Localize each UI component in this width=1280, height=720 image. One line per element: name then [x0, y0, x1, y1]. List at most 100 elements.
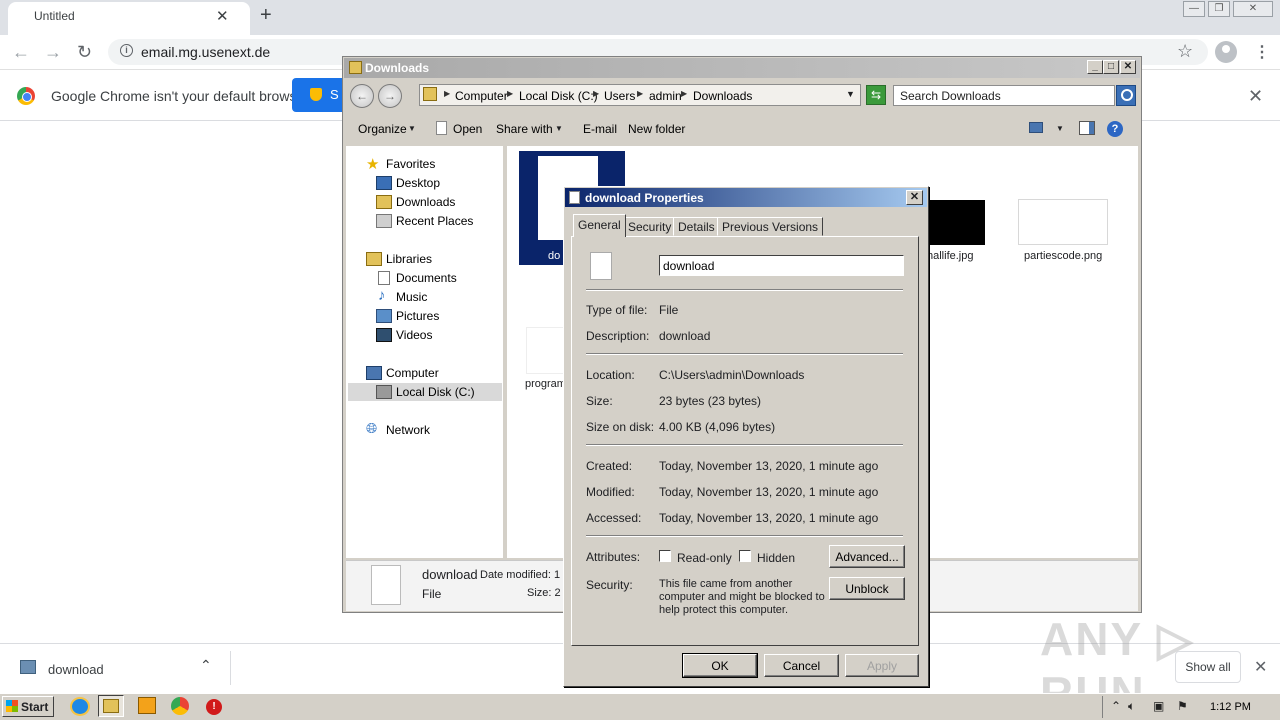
explorer-title: Downloads	[365, 61, 430, 75]
cancel-button[interactable]: Cancel	[764, 654, 839, 677]
breadcrumb-arrow-icon[interactable]: ▶	[593, 89, 599, 98]
nav-recent-places[interactable]: Recent Places	[396, 214, 473, 228]
breadcrumb-arrow-icon[interactable]: ▶	[637, 89, 643, 98]
nav-network[interactable]: Network	[386, 423, 430, 437]
explorer-minimize-button[interactable]: _	[1087, 60, 1103, 74]
open-button[interactable]: Open	[453, 122, 482, 136]
action-center-flag-icon[interactable]: ⚑	[1177, 699, 1188, 713]
breadcrumb-arrow-icon[interactable]: ▶	[681, 89, 687, 98]
ok-button[interactable]: OK	[682, 653, 758, 678]
window-close-button[interactable]: ✕	[1233, 1, 1273, 17]
organize-button[interactable]: Organize	[358, 122, 407, 136]
readonly-checkbox[interactable]	[659, 550, 671, 562]
advanced-button[interactable]: Advanced...	[829, 545, 905, 568]
back-icon[interactable]: ←	[12, 42, 30, 63]
chevron-up-icon[interactable]: ⌃	[200, 657, 212, 674]
nav-desktop[interactable]: Desktop	[396, 176, 440, 190]
apply-button[interactable]: Apply	[845, 654, 919, 677]
bookmark-star-icon[interactable]: ☆	[1177, 41, 1193, 62]
breadcrumb-arrow-icon[interactable]: ▶	[444, 89, 450, 98]
file-name-input[interactable]	[659, 255, 904, 276]
infobar-close-icon[interactable]: ✕	[1248, 86, 1263, 107]
security-label: Security:	[586, 578, 633, 592]
url-text[interactable]: email.mg.usenext.de	[141, 44, 270, 60]
unblock-button[interactable]: Unblock	[829, 577, 905, 600]
chevron-down-icon[interactable]: ▼	[408, 124, 416, 133]
help-icon[interactable]: ?	[1107, 121, 1123, 137]
share-with-button[interactable]: Share with	[496, 122, 553, 136]
breadcrumb-local-disk[interactable]: Local Disk (C:)	[519, 89, 598, 103]
folder-icon	[349, 61, 362, 74]
tab-details[interactable]: Details	[673, 217, 720, 236]
tray-expand-icon[interactable]: ⌃	[1111, 699, 1121, 713]
nav-documents[interactable]: Documents	[396, 271, 457, 285]
file-item-label[interactable]: program	[525, 378, 566, 390]
explorer-maximize-button[interactable]: □	[1103, 60, 1119, 74]
security-warning-text: This file came from another computer and…	[659, 578, 825, 616]
reload-icon[interactable]: ↻	[77, 42, 92, 63]
chevron-down-icon[interactable]: ▼	[555, 124, 563, 133]
address-dropdown-icon[interactable]: ▼	[846, 89, 855, 99]
details-file-size: Size: 2	[527, 587, 561, 599]
properties-close-button[interactable]: ✕	[906, 190, 923, 205]
videos-icon	[376, 328, 392, 342]
details-file-name: download	[422, 567, 478, 582]
chevron-down-icon[interactable]: ▼	[1056, 124, 1064, 133]
new-tab-button[interactable]: +	[260, 4, 272, 27]
new-folder-button[interactable]: New folder	[628, 122, 685, 136]
hidden-checkbox[interactable]	[739, 550, 751, 562]
nav-music[interactable]: Music	[396, 290, 427, 304]
explorer-close-button[interactable]: ✕	[1120, 60, 1136, 74]
hidden-label[interactable]: Hidden	[757, 551, 795, 565]
stop-icon[interactable]: !	[206, 699, 222, 715]
breadcrumb-arrow-icon[interactable]: ▶	[507, 89, 513, 98]
nav-pictures[interactable]: Pictures	[396, 309, 439, 323]
readonly-label[interactable]: Read-only	[677, 551, 732, 565]
refresh-icon[interactable]: ⇆	[866, 85, 886, 105]
tab-general[interactable]: General	[573, 214, 626, 237]
menu-icon[interactable]: ⋮	[1254, 42, 1270, 62]
divider	[586, 353, 903, 355]
nav-local-disk[interactable]: Local Disk (C:)	[396, 385, 475, 399]
breadcrumb-computer[interactable]: Computer	[455, 89, 508, 103]
forward-icon[interactable]: →	[44, 42, 62, 63]
nav-videos[interactable]: Videos	[396, 328, 432, 342]
view-options-icon[interactable]	[1029, 122, 1043, 133]
email-button[interactable]: E-mail	[583, 122, 617, 136]
search-icon[interactable]	[1116, 85, 1136, 106]
download-file-icon	[20, 660, 36, 674]
image-thumbnail[interactable]	[1018, 199, 1108, 245]
download-item-name[interactable]: download	[48, 662, 104, 677]
network-tray-icon[interactable]: ▣	[1153, 699, 1164, 713]
nav-computer[interactable]: Computer	[386, 366, 439, 380]
explorer-titlebar[interactable]	[344, 58, 1140, 78]
tab-security[interactable]: Security	[623, 217, 677, 236]
restore-button[interactable]: ❐	[1208, 1, 1230, 17]
breadcrumb-downloads[interactable]: Downloads	[693, 89, 752, 103]
file-item-label[interactable]: hallife.jpg	[927, 250, 973, 262]
breadcrumb-admin[interactable]: admin	[649, 89, 682, 103]
document-icon	[436, 121, 447, 135]
explorer-back-icon[interactable]: ←	[350, 84, 374, 108]
taskbar	[0, 693, 1280, 720]
explorer-forward-icon[interactable]: →	[378, 84, 402, 108]
shield-icon	[310, 88, 322, 101]
minimize-button[interactable]: —	[1183, 1, 1205, 17]
volume-icon[interactable]: 🔈︎	[1128, 699, 1135, 714]
nav-downloads[interactable]: Downloads	[396, 195, 455, 209]
image-thumbnail[interactable]	[925, 200, 985, 245]
info-icon[interactable]: i	[120, 44, 133, 57]
nav-libraries[interactable]: Libraries	[386, 252, 432, 266]
profile-avatar[interactable]	[1215, 41, 1237, 63]
clock[interactable]: 1:12 PM	[1210, 701, 1251, 713]
accessed-label: Accessed:	[586, 511, 642, 525]
chrome-icon[interactable]	[171, 697, 189, 715]
nav-favorites[interactable]: Favorites	[386, 157, 435, 171]
file-item-label[interactable]: partiescode.png	[1024, 250, 1102, 262]
internet-explorer-icon[interactable]	[70, 697, 90, 716]
breadcrumb-users[interactable]: Users	[604, 89, 635, 103]
tab-previous-versions[interactable]: Previous Versions	[717, 217, 824, 236]
preview-pane-icon[interactable]	[1079, 121, 1095, 135]
tab-close-icon[interactable]: ✕	[216, 7, 229, 25]
media-player-icon[interactable]	[138, 697, 156, 714]
